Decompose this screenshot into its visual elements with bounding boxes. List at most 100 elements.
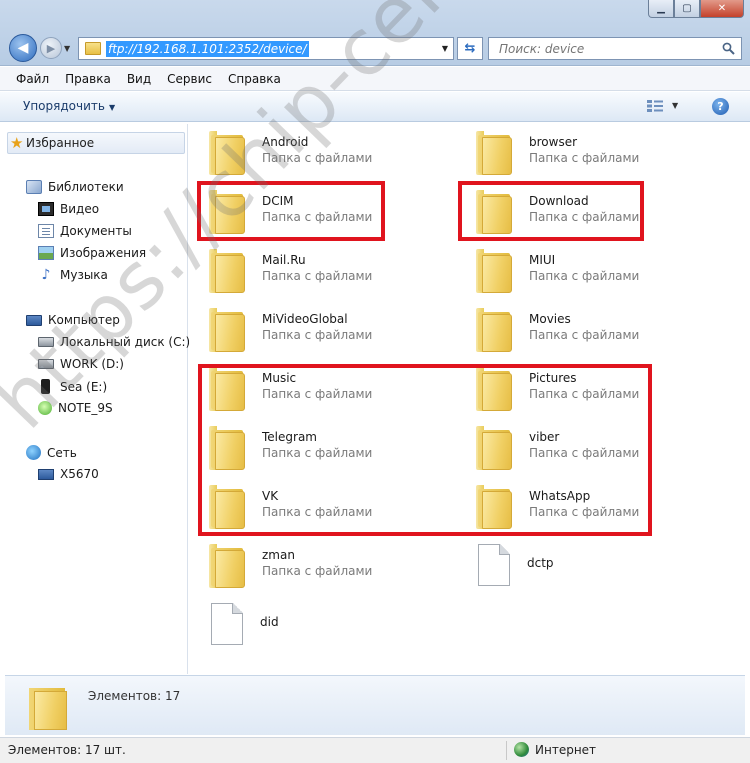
organize-label: Упорядочить (23, 99, 105, 113)
nav-item-label: Sea (E:) (60, 379, 108, 394)
computer-icon (38, 468, 54, 480)
file-item[interactable]: did (209, 601, 279, 653)
star-icon: ★ (10, 134, 24, 152)
nav-host-x5670[interactable]: X5670 (38, 467, 99, 481)
maximize-button[interactable]: ▢ (674, 0, 700, 18)
nav-libraries[interactable]: Библиотеки (26, 180, 124, 194)
nav-drive-d[interactable]: WORK (D:) (38, 357, 124, 371)
item-info: dctp (527, 555, 554, 571)
search-input[interactable] (499, 41, 709, 56)
address-text[interactable]: ftp://192.168.1.101:2352/device/ (106, 40, 309, 57)
item-info: did (260, 614, 279, 630)
nav-favorites[interactable]: ★ Избранное (7, 132, 185, 154)
pictures-icon (38, 246, 54, 260)
search-icon (722, 42, 735, 55)
organize-button[interactable]: Упорядочить ▼ (23, 99, 115, 113)
file-icon (478, 544, 510, 586)
globe-icon (514, 742, 529, 757)
highlight-box-download (458, 181, 644, 241)
chevron-down-icon: ▼ (108, 103, 116, 112)
view-options-icon[interactable] (646, 99, 664, 113)
item-type: Папка с файлами (262, 564, 373, 578)
nav-item-label: WORK (D:) (60, 357, 124, 371)
folder-item[interactable]: Movies Папка с файлами (476, 306, 639, 358)
item-name: Mail.Ru (262, 253, 306, 267)
folder-icon (209, 249, 245, 293)
folder-item[interactable]: browser Папка с файлами (476, 129, 639, 181)
status-zone-label: Интернет (535, 742, 597, 757)
nav-drive-c[interactable]: Локальный диск (C:) (38, 335, 190, 349)
window-controls: ▁ ▢ ✕ (648, 0, 744, 18)
menu-bar: Файл Правка Вид Сервис Справка (0, 67, 750, 91)
nav-drive-e[interactable]: Sea (E:) (38, 379, 107, 394)
window-chrome: ▁ ▢ ✕ ◀ ▶ ▼ ftp://192.168.1.101:2352/dev… (0, 0, 750, 66)
search-box[interactable] (488, 37, 742, 60)
status-divider (506, 741, 507, 760)
menu-file[interactable]: Файл (8, 70, 57, 88)
folder-item[interactable]: Android Папка с файлами (209, 129, 372, 181)
close-button[interactable]: ✕ (700, 0, 744, 18)
music-icon: ♪ (41, 267, 51, 283)
item-info: MIUI Папка с файлами (529, 252, 639, 285)
folder-item[interactable]: zman Папка с файлами (209, 542, 372, 594)
status-item-count: Элементов: 17 шт. (8, 743, 126, 757)
nav-computer[interactable]: Компьютер (26, 313, 120, 327)
folder-icon (476, 308, 512, 352)
nav-item-pictures[interactable]: Изображения (38, 246, 146, 260)
item-name: browser (529, 135, 578, 149)
network-device-icon (38, 401, 52, 415)
folder-icon (209, 308, 245, 352)
chevron-down-icon[interactable]: ▼ (442, 44, 448, 53)
item-name: Android (262, 135, 309, 149)
folder-icon (27, 684, 67, 730)
hard-drive-icon (38, 359, 54, 369)
highlight-box-dcim (197, 181, 385, 241)
recent-pages-dropdown[interactable]: ▼ (64, 44, 70, 53)
nav-device-note9s[interactable]: NOTE_9S (38, 401, 113, 415)
menu-view[interactable]: Вид (119, 70, 159, 88)
command-bar: Упорядочить ▼ ▼ ? (0, 92, 750, 122)
menu-help[interactable]: Справка (220, 70, 289, 88)
forward-button[interactable]: ▶ (40, 37, 62, 59)
menu-tools[interactable]: Сервис (159, 70, 220, 88)
minimize-button[interactable]: ▁ (648, 0, 674, 18)
help-button[interactable]: ? (712, 98, 729, 115)
folder-item[interactable]: Mail.Ru Папка с файлами (209, 247, 372, 299)
status-bar: Элементов: 17 шт. Интернет (0, 737, 750, 763)
folder-item[interactable]: MiVideoGlobal Папка с файлами (209, 306, 372, 358)
navigation-pane: ★ Избранное Библиотеки Видео Документы И… (5, 124, 190, 674)
back-button[interactable]: ◀ (9, 34, 37, 62)
arrow-left-icon: ◀ (17, 40, 29, 56)
item-name: MiVideoGlobal (262, 312, 348, 326)
nav-item-documents[interactable]: Документы (38, 224, 132, 238)
nav-item-music[interactable]: ♪ Музыка (38, 268, 108, 282)
item-type: Папка с файлами (262, 269, 373, 283)
item-info: zman Папка с файлами (262, 547, 372, 580)
address-bar[interactable]: ftp://192.168.1.101:2352/device/ ▼ (78, 37, 454, 60)
video-icon (38, 202, 54, 216)
menu-edit[interactable]: Правка (57, 70, 119, 88)
help-icon: ? (717, 100, 724, 113)
file-item[interactable]: dctp (476, 542, 554, 594)
folder-icon (476, 131, 512, 175)
nav-network[interactable]: Сеть (26, 445, 77, 460)
item-info: MiVideoGlobal Папка с файлами (262, 311, 372, 344)
folder-icon (85, 42, 101, 55)
item-info: Mail.Ru Папка с файлами (262, 252, 372, 285)
folder-item[interactable]: MIUI Папка с файлами (476, 247, 639, 299)
item-type: Папка с файлами (529, 328, 640, 342)
view-dropdown[interactable]: ▼ (672, 101, 678, 110)
file-icon (211, 603, 243, 645)
nav-item-label: Документы (60, 224, 132, 238)
item-info: browser Папка с файлами (529, 134, 639, 167)
computer-icon (26, 314, 42, 326)
phone-icon (41, 379, 50, 394)
refresh-button[interactable]: ⇆ (457, 37, 483, 60)
folder-icon (209, 544, 245, 588)
nav-item-video[interactable]: Видео (38, 202, 99, 216)
details-pane: Элементов: 17 (5, 675, 745, 735)
item-name: zman (262, 548, 295, 562)
item-name: Movies (529, 312, 571, 326)
folder-icon (476, 249, 512, 293)
highlight-box-media (198, 364, 652, 536)
